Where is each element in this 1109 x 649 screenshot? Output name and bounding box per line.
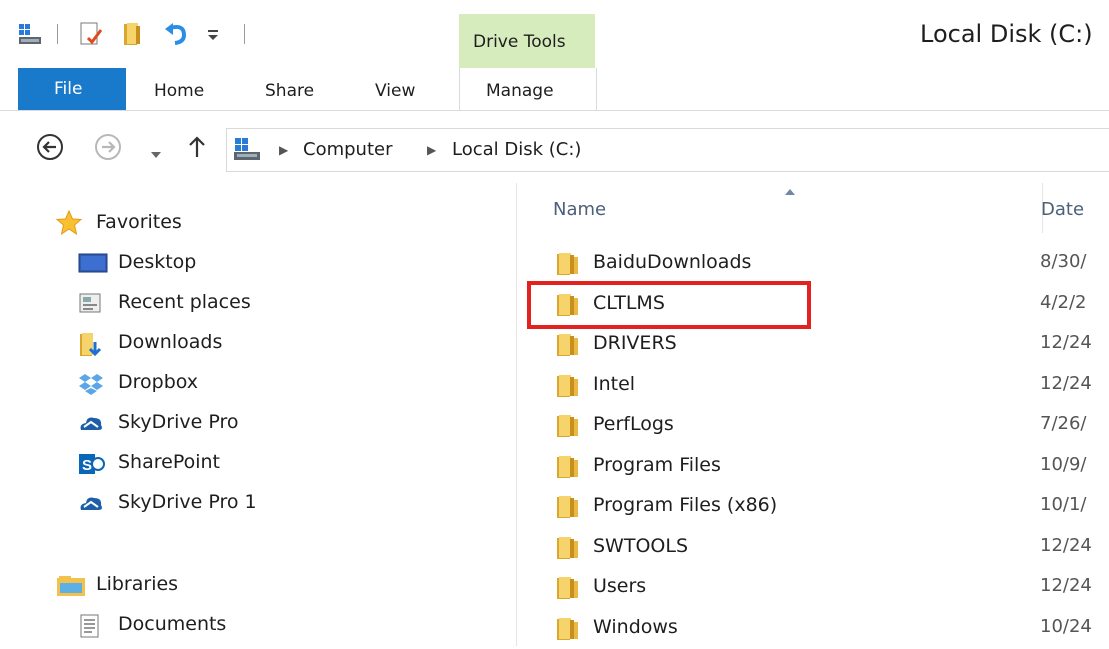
- drive-tools-tab-group: Drive Tools: [459, 14, 595, 68]
- file-row[interactable]: PerfLogs 7/26/: [517, 406, 1109, 446]
- file-name: PerfLogs: [593, 413, 674, 435]
- column-header-name[interactable]: Name: [553, 199, 606, 220]
- nav-item-label: Desktop: [118, 251, 197, 273]
- window-title: Local Disk (C:): [920, 20, 1093, 48]
- skydrive-icon: [78, 492, 106, 516]
- file-name: Program Files: [593, 453, 721, 476]
- file-row[interactable]: SWTOOLS 12/24: [517, 528, 1109, 568]
- file-name: DRIVERS: [593, 332, 677, 354]
- properties-icon[interactable]: [80, 22, 103, 50]
- folder-icon: [555, 455, 581, 479]
- back-arrow-icon: [37, 134, 63, 160]
- documents-icon: [78, 614, 106, 638]
- dropbox-icon: [78, 372, 106, 396]
- highlight-box: [527, 281, 811, 329]
- folder-icon: [555, 536, 581, 560]
- sharepoint-icon: S: [78, 452, 106, 476]
- folder-icon: [555, 495, 581, 519]
- file-name: BaiduDownloads: [593, 251, 752, 273]
- file-date: 10/1/: [1040, 494, 1087, 515]
- nav-item-label: Documents: [118, 613, 227, 635]
- file-date: 8/30/: [1040, 251, 1087, 272]
- tab-home[interactable]: Home: [154, 81, 204, 101]
- tab-manage-label: Manage: [486, 81, 554, 101]
- file-name: Program Files (x86): [593, 494, 778, 516]
- quick-access-separator: [57, 24, 58, 44]
- desktop-icon: [78, 252, 108, 276]
- svg-text:S: S: [82, 457, 92, 474]
- file-row[interactable]: Windows 10/24: [517, 609, 1109, 649]
- nav-item-label: Recent places: [118, 291, 251, 313]
- file-row[interactable]: Intel 12/24: [517, 366, 1109, 406]
- tab-manage[interactable]: Manage: [459, 68, 597, 110]
- customize-dropdown-icon[interactable]: [206, 28, 220, 47]
- forward-arrow-icon: [95, 134, 121, 160]
- libraries-label: Libraries: [96, 573, 179, 595]
- drive-icon[interactable]: [18, 22, 42, 50]
- recent-locations-dropdown[interactable]: [150, 144, 162, 163]
- downloads-icon: [78, 332, 106, 357]
- file-date: 12/24: [1040, 575, 1092, 596]
- quick-access-separator: [244, 24, 245, 44]
- back-button[interactable]: [36, 133, 64, 165]
- breadcrumb-separator-icon[interactable]: ▶: [427, 143, 436, 157]
- file-name: Users: [593, 575, 647, 597]
- file-date: 12/24: [1040, 372, 1092, 394]
- nav-item-label: Downloads: [118, 331, 223, 353]
- file-name: SWTOOLS: [593, 534, 689, 557]
- file-list: Name Date BaiduDownloads 8/30/CLTLMS 4/2/2…: [517, 183, 1109, 646]
- file-name: Windows: [593, 615, 678, 638]
- file-row[interactable]: Program Files (x86) 10/1/: [517, 487, 1109, 527]
- file-date: 12/24: [1040, 534, 1092, 556]
- folder-icon: [555, 374, 581, 398]
- file-date: 10/24: [1040, 615, 1092, 637]
- up-arrow-icon: [189, 136, 205, 157]
- forward-button[interactable]: [94, 133, 122, 165]
- nav-item-label: SharePoint: [118, 451, 221, 473]
- address-bar[interactable]: ▶ Computer ▶ Local Disk (C:): [226, 128, 1109, 172]
- navigation-pane: Favorites Desktop Recent places Download…: [0, 183, 517, 646]
- file-row[interactable]: Program Files 10/9/: [517, 447, 1109, 487]
- tab-view[interactable]: View: [375, 81, 415, 101]
- folder-icon: [555, 333, 581, 357]
- tab-share[interactable]: Share: [265, 81, 314, 101]
- recent-places-icon: [78, 292, 106, 316]
- ribbon-tabs: File Home Share View Manage: [0, 68, 1109, 111]
- libraries-icon: [56, 574, 85, 598]
- file-row[interactable]: Users 12/24: [517, 568, 1109, 608]
- sort-ascending-icon: [785, 189, 795, 195]
- new-folder-icon[interactable]: [122, 22, 148, 50]
- drive-tools-label: Drive Tools: [473, 32, 566, 52]
- navigation-bar: ▶ Computer ▶ Local Disk (C:): [0, 111, 1109, 183]
- star-icon: [55, 209, 84, 236]
- nav-item-label: SkyDrive Pro: [118, 411, 239, 433]
- column-header-date[interactable]: Date: [1041, 199, 1084, 220]
- chevron-down-icon: [151, 152, 161, 158]
- favorites-label: Favorites: [96, 211, 182, 233]
- nav-item-label: SkyDrive Pro 1: [118, 491, 257, 513]
- folder-icon: [555, 576, 581, 600]
- file-name: Intel: [593, 372, 636, 395]
- file-date: 12/24: [1040, 332, 1092, 353]
- skydrive-icon: [78, 412, 106, 436]
- breadcrumb-computer[interactable]: Computer: [303, 139, 392, 160]
- nav-item-label: Dropbox: [118, 371, 199, 393]
- breadcrumb-local-disk[interactable]: Local Disk (C:): [452, 139, 581, 160]
- undo-icon[interactable]: [164, 22, 190, 50]
- file-date: 7/26/: [1040, 413, 1087, 434]
- file-date: 4/2/2: [1040, 291, 1087, 313]
- drive-icon: [233, 137, 261, 165]
- folder-icon: [555, 617, 581, 641]
- file-row[interactable]: BaiduDownloads 8/30/: [517, 244, 1109, 284]
- up-button[interactable]: [188, 135, 206, 163]
- breadcrumb-separator-icon[interactable]: ▶: [279, 143, 288, 157]
- folder-icon: [555, 252, 581, 276]
- file-row[interactable]: DRIVERS 12/24: [517, 325, 1109, 365]
- folder-icon: [555, 414, 581, 438]
- tab-file[interactable]: File: [18, 68, 126, 110]
- file-date: 10/9/: [1040, 453, 1087, 475]
- tab-file-label: File: [54, 79, 83, 99]
- title-bar: Drive Tools Local Disk (C:): [0, 0, 1109, 68]
